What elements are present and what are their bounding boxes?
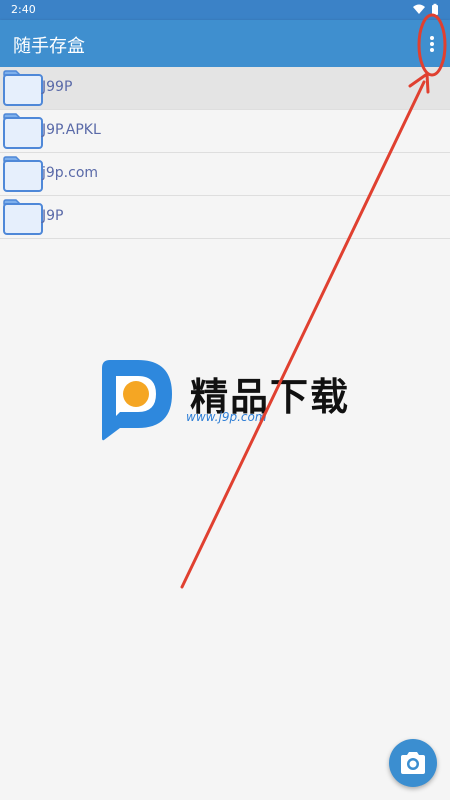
file-name: j9p.com [42,165,99,181]
brand-logo-icon [102,360,172,441]
watermark-url: www.j9p.com [186,410,267,424]
wifi-icon [413,4,425,14]
folder-icon [3,113,43,149]
file-row[interactable]: j9p.com [0,153,450,196]
overflow-menu-button[interactable] [418,26,446,62]
camera-icon [401,752,425,774]
battery-icon [432,5,438,15]
folder-icon [3,199,43,235]
folder-icon [3,70,43,106]
status-time: 2:40 [11,3,36,16]
status-bar: 2:40 [0,0,450,20]
folder-icon [3,156,43,192]
app-title: 随手存盒 [13,36,85,57]
file-list: J99P J9P.APKL j9p.com J9P [0,67,450,239]
camera-fab[interactable] [389,739,437,787]
app-bar: 随手存盒 [0,20,450,67]
file-row[interactable]: J99P [0,67,450,110]
file-name: J99P [42,79,73,95]
watermark: 精品下载 www.j9p.com [98,358,358,448]
file-row[interactable]: J9P.APKL [0,110,450,153]
status-icons [413,3,438,15]
file-row[interactable]: J9P [0,196,450,239]
more-vert-icon [430,36,434,52]
file-name: J9P [42,208,64,224]
file-name: J9P.APKL [42,122,101,138]
